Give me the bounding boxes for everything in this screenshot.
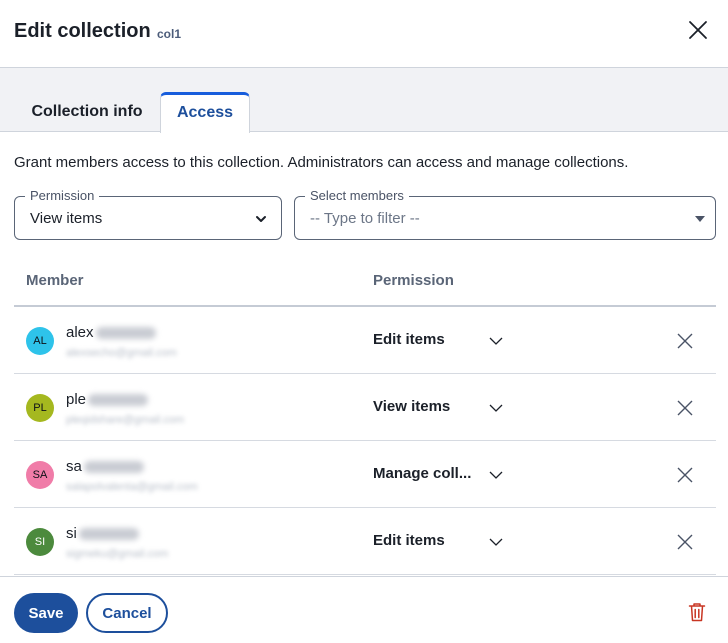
column-permission: Permission bbox=[373, 272, 454, 289]
select-members-label: Select members bbox=[305, 188, 409, 204]
remove-member-icon[interactable] bbox=[676, 533, 694, 551]
select-members-placeholder: -- Type to filter -- bbox=[310, 210, 420, 227]
tab-collection-info[interactable]: Collection info bbox=[14, 92, 160, 132]
select-members-input[interactable]: Select members -- Type to filter -- bbox=[294, 188, 716, 240]
member-email: alexsecho@gmail.com bbox=[66, 347, 177, 359]
table-row: PL ple pleqidshare@gmail.com View items bbox=[14, 374, 716, 441]
dialog-title: Edit collection bbox=[14, 20, 151, 42]
column-member: Member bbox=[26, 272, 84, 289]
tab-access[interactable]: Access bbox=[160, 92, 250, 133]
chevron-down-icon[interactable] bbox=[488, 333, 504, 349]
save-button[interactable]: Save bbox=[14, 593, 78, 633]
edit-collection-dialog: Edit collection col1 Collection info Acc… bbox=[0, 0, 728, 643]
permission-label: Permission bbox=[25, 188, 100, 204]
member-name: ple bbox=[66, 391, 149, 408]
dialog-header: Edit collection col1 bbox=[0, 0, 728, 68]
trash-icon[interactable] bbox=[688, 602, 706, 622]
member-name: alex bbox=[66, 324, 156, 341]
close-icon[interactable] bbox=[686, 18, 710, 42]
cancel-button[interactable]: Cancel bbox=[86, 593, 168, 633]
chevron-down-icon[interactable] bbox=[488, 467, 504, 483]
member-email: sigmeku@gmail.com bbox=[66, 548, 169, 560]
remove-member-icon[interactable] bbox=[676, 466, 694, 484]
member-permission: Manage coll... bbox=[373, 465, 472, 482]
permission-value: View items bbox=[30, 210, 103, 227]
member-email: pleqidshare@gmail.com bbox=[66, 414, 185, 426]
caret-down-icon bbox=[695, 216, 705, 222]
member-permission: Edit items bbox=[373, 532, 445, 549]
chevron-down-icon[interactable] bbox=[488, 400, 504, 416]
avatar: PL bbox=[26, 394, 54, 422]
table-row: AL alex alexsecho@gmail.com Edit items bbox=[14, 307, 716, 374]
remove-member-icon[interactable] bbox=[676, 399, 694, 417]
member-table: Member Permission AL alex alexsecho@gmai… bbox=[14, 258, 716, 575]
permission-select[interactable]: Permission View items bbox=[14, 188, 282, 240]
table-row: SA sa salapolvalenta@gmail.com Manage co… bbox=[14, 441, 716, 508]
avatar: SA bbox=[26, 461, 54, 489]
avatar: SI bbox=[26, 528, 54, 556]
table-header: Member Permission bbox=[14, 258, 716, 307]
access-description: Grant members access to this collection.… bbox=[14, 154, 629, 171]
collection-name: col1 bbox=[157, 27, 182, 41]
member-email: salapolvalenta@gmail.com bbox=[66, 481, 198, 493]
member-name: sa bbox=[66, 458, 144, 475]
member-permission: Edit items bbox=[373, 331, 445, 348]
remove-member-icon[interactable] bbox=[676, 332, 694, 350]
chevron-down-icon bbox=[256, 216, 266, 222]
chevron-down-icon[interactable] bbox=[488, 534, 504, 550]
table-row: SI si sigmeku@gmail.com Edit items bbox=[14, 508, 716, 575]
member-permission: View items bbox=[373, 398, 451, 415]
dialog-footer: Save Cancel bbox=[0, 576, 728, 643]
avatar: AL bbox=[26, 327, 54, 355]
tab-bar: Collection info Access bbox=[0, 68, 728, 133]
member-name: si bbox=[66, 525, 139, 542]
